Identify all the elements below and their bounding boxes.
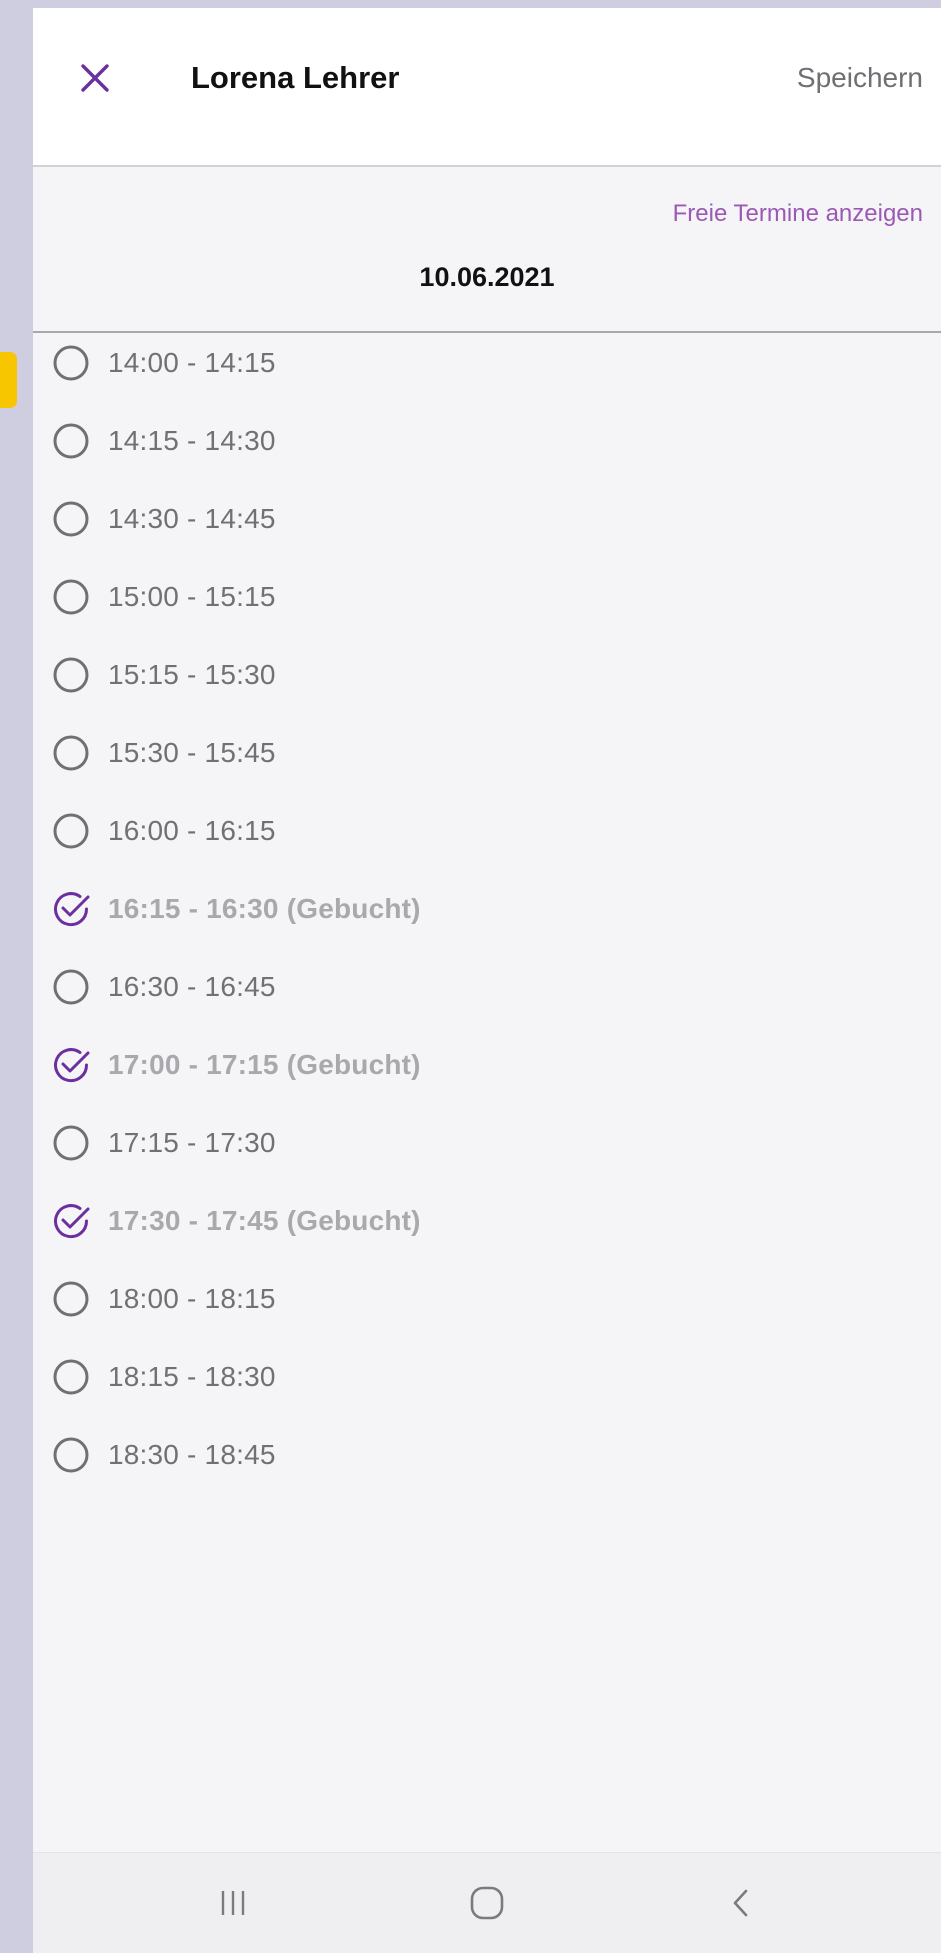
radio-circle-icon — [49, 1121, 93, 1165]
recent-apps-button[interactable] — [203, 1881, 263, 1925]
radio-circle-icon — [49, 575, 93, 619]
radio-circle-icon — [49, 341, 93, 385]
radio-circle-icon — [49, 809, 93, 853]
time-slot[interactable]: 16:30 - 16:45 — [49, 957, 276, 1017]
time-slot-label: 14:30 - 14:45 — [108, 503, 276, 534]
time-slot-label: 14:15 - 14:30 — [108, 425, 276, 456]
time-slot[interactable]: 18:30 - 18:45 — [49, 1425, 276, 1485]
check-circle-icon — [49, 887, 93, 931]
radio-circle-icon — [49, 1355, 93, 1399]
radio-circle-icon — [49, 731, 93, 775]
close-button[interactable] — [73, 56, 117, 100]
time-slot[interactable]: 14:15 - 14:30 — [49, 411, 276, 471]
time-slot-label: 16:30 - 16:45 — [108, 971, 276, 1002]
check-circle-icon — [49, 1043, 93, 1087]
time-slot-label: 15:15 - 15:30 — [108, 659, 276, 690]
time-slot[interactable]: 14:00 - 14:15 — [49, 333, 276, 393]
home-button[interactable] — [457, 1881, 517, 1925]
recent-apps-icon — [221, 1891, 245, 1915]
time-slot[interactable]: 15:15 - 15:30 — [49, 645, 276, 705]
time-slot[interactable]: 16:00 - 16:15 — [49, 801, 276, 861]
radio-circle-icon — [49, 1277, 93, 1321]
time-slot-label: 16:00 - 16:15 — [108, 815, 276, 846]
time-slot[interactable]: 15:00 - 15:15 — [49, 567, 276, 627]
time-slot[interactable]: 18:00 - 18:15 — [49, 1269, 276, 1329]
time-slot[interactable]: 17:00 - 17:15 (Gebucht) — [49, 1035, 421, 1095]
time-slot-label: 18:30 - 18:45 — [108, 1439, 276, 1470]
time-slot-label: 18:00 - 18:15 — [108, 1283, 276, 1314]
show-free-slots-link[interactable]: Freie Termine anzeigen — [673, 197, 923, 231]
side-edge-tab[interactable] — [0, 352, 17, 408]
time-slot-label: 15:30 - 15:45 — [108, 737, 276, 768]
time-slot-label: 16:15 - 16:30 (Gebucht) — [108, 893, 421, 924]
back-icon — [733, 1889, 748, 1917]
time-slot-label: 15:00 - 15:15 — [108, 581, 276, 612]
app-bar: Lorena Lehrer Speichern — [33, 8, 941, 167]
time-slot-label: 18:15 - 18:30 — [108, 1361, 276, 1392]
close-icon — [81, 64, 109, 92]
radio-circle-icon — [49, 497, 93, 541]
date-header: Freie Termine anzeigen 10.06.2021 — [33, 167, 941, 333]
time-slot[interactable]: 16:15 - 16:30 (Gebucht) — [49, 879, 421, 939]
time-slot[interactable]: 15:30 - 15:45 — [49, 723, 276, 783]
system-nav-bar — [33, 1852, 941, 1953]
radio-circle-icon — [49, 965, 93, 1009]
radio-circle-icon — [49, 419, 93, 463]
time-slot-label: 17:30 - 17:45 (Gebucht) — [108, 1205, 421, 1236]
time-slot[interactable]: 17:30 - 17:45 (Gebucht) — [49, 1191, 421, 1251]
selected-date: 10.06.2021 — [419, 262, 555, 292]
radio-circle-icon — [49, 653, 93, 697]
back-button[interactable] — [711, 1881, 771, 1925]
time-slot-label: 17:00 - 17:15 (Gebucht) — [108, 1049, 421, 1080]
save-button[interactable]: Speichern — [797, 58, 923, 98]
time-slot-label: 17:15 - 17:30 — [108, 1127, 276, 1158]
app-screen: Lorena Lehrer Speichern Freie Termine an… — [33, 8, 941, 1953]
radio-circle-icon — [49, 1433, 93, 1477]
check-circle-icon — [49, 1199, 93, 1243]
time-slot[interactable]: 17:15 - 17:30 — [49, 1113, 276, 1173]
time-slot[interactable]: 14:30 - 14:45 — [49, 489, 276, 549]
home-icon — [470, 1886, 504, 1920]
time-slot[interactable]: 18:15 - 18:30 — [49, 1347, 276, 1407]
page-title: Lorena Lehrer — [191, 60, 400, 95]
time-slot-label: 14:00 - 14:15 — [108, 347, 276, 378]
